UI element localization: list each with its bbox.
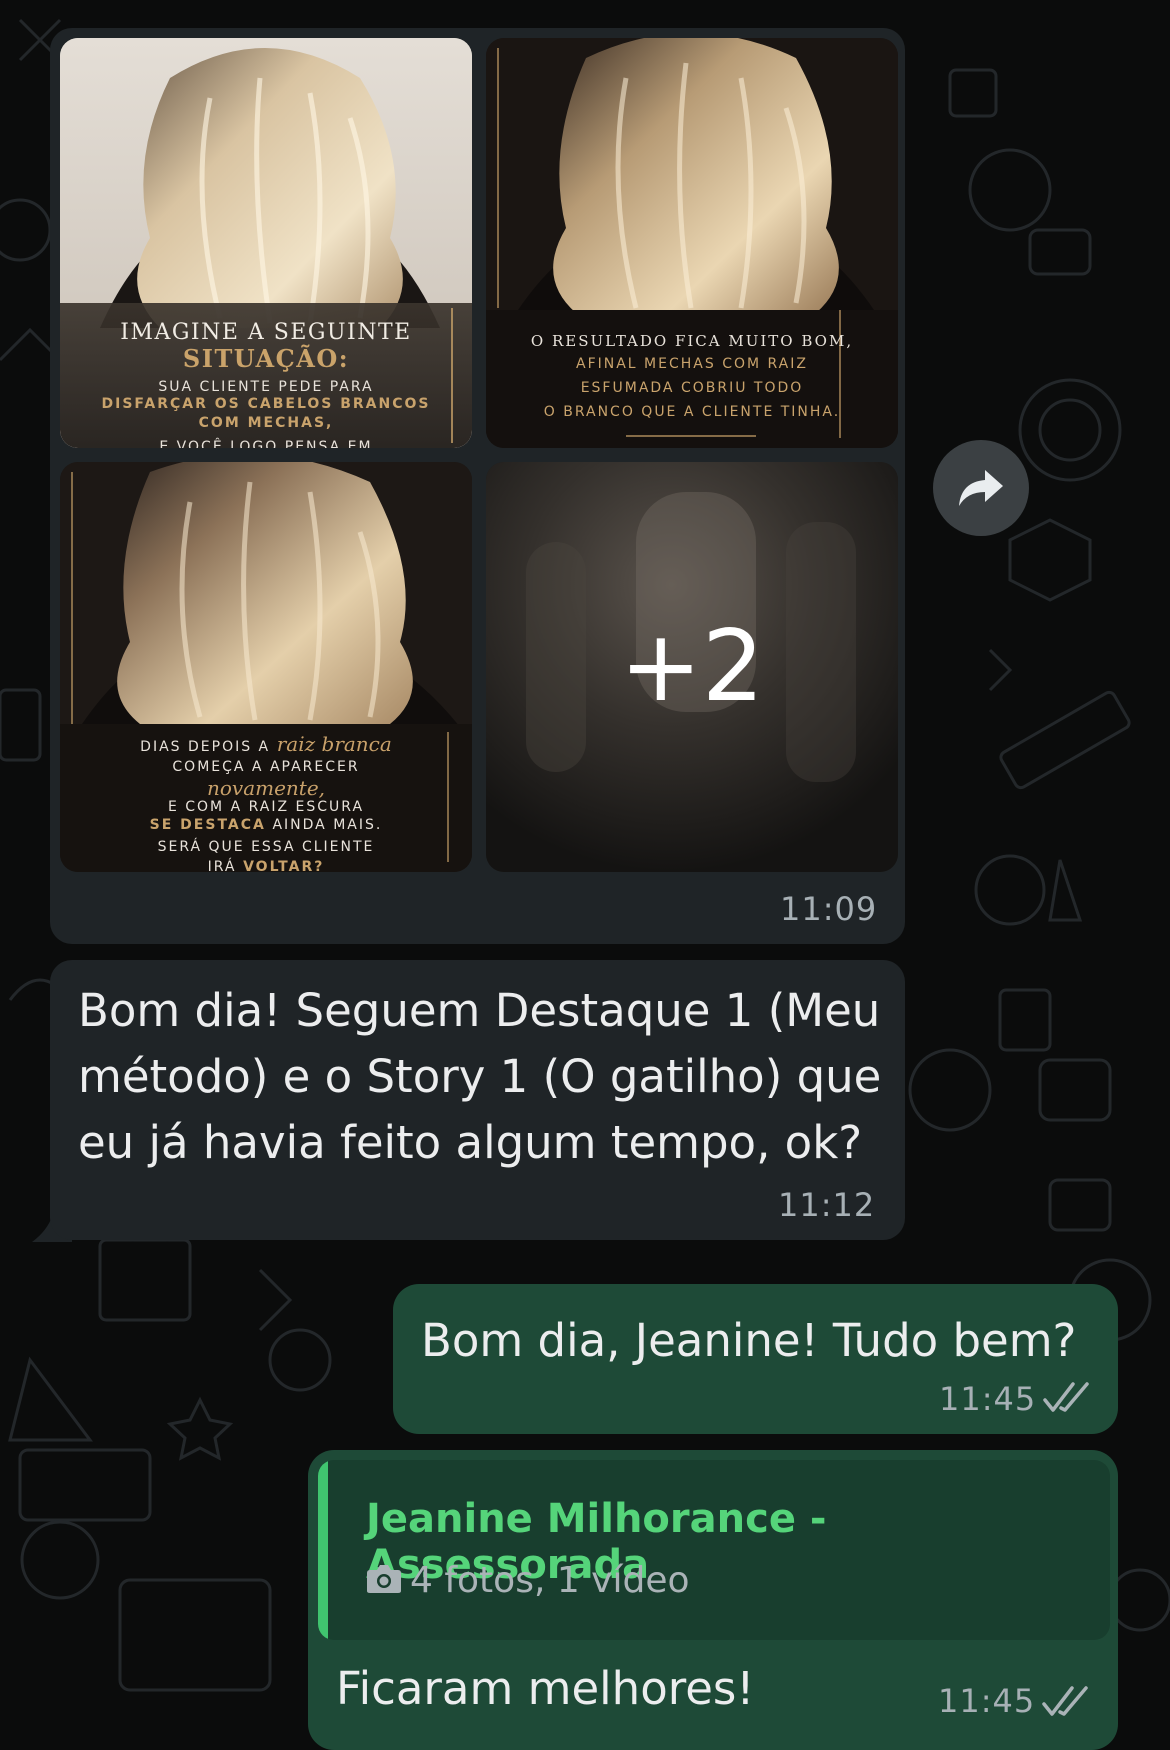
- message-timestamp: 11:12: [778, 1186, 876, 1224]
- photo1-caption-line4: DISFARÇAR OS CABELOS BRANCOS: [101, 396, 431, 412]
- message-timestamp: 11:45: [939, 1380, 1037, 1418]
- double-check-icon: [1043, 1382, 1089, 1412]
- photo3-caption-line5b: AINDA MAIS.: [272, 817, 383, 833]
- album-photo-1[interactable]: IMAGINE A SEGUINTE SITUAÇÃO: SUA CLIENTE…: [60, 38, 472, 448]
- photo2-caption-line4: O BRANCO QUE A CLIENTE TINHA.: [543, 404, 841, 420]
- quote-accent-bar: [318, 1460, 328, 1640]
- photo3-caption-line2: COMEÇA A APARECER: [172, 759, 360, 775]
- album-photo-more[interactable]: +2: [486, 462, 898, 872]
- photo3-caption-line7a: IRÁ: [207, 859, 237, 872]
- photo1-caption-line1: IMAGINE A SEGUINTE: [120, 320, 412, 345]
- photo3-caption-line5: SE DESTACA AINDA MAIS.: [60, 814, 472, 835]
- quote-description: 4 fotos, 1 vídeo: [410, 1560, 690, 1601]
- quoted-message[interactable]: Jeanine Milhorance - Assessorada 4 fotos…: [318, 1460, 1110, 1640]
- photo3-caption-line6: SERÁ QUE ESSA CLIENTE: [157, 839, 375, 855]
- photo1-caption-line2: SITUAÇÃO:: [182, 344, 350, 373]
- photo3-caption-line5a: SE DESTACA: [149, 817, 266, 833]
- photo2-caption-line3: ESFUMADA COBRIU TODO: [580, 380, 804, 396]
- photo2-caption-line2: AFINAL MECHAS COM RAIZ: [576, 356, 808, 372]
- double-check-icon: [1042, 1686, 1088, 1716]
- photo3-caption-line7: IRÁ VOLTAR?: [60, 856, 472, 872]
- message-line-2: método) e o Story 1 (O gatilho) que: [78, 1050, 882, 1103]
- message-line-1: Bom dia! Seguem Destaque 1 (Meu: [78, 984, 881, 1037]
- outgoing-message-2[interactable]: Jeanine Milhorance - Assessorada 4 fotos…: [308, 1450, 1118, 1750]
- incoming-text-message[interactable]: Bom dia! Seguem Destaque 1 (Meu método) …: [50, 960, 905, 1240]
- photo1-caption-line3: SUA CLIENTE PEDE PARA: [158, 379, 374, 395]
- more-media-count: +2: [619, 610, 765, 724]
- photo1-caption-line6: E VOCÊ LOGO PENSA EM: [159, 439, 373, 448]
- photo3-caption-line1: DIAS DEPOIS A raiz branca: [60, 732, 472, 757]
- photo3-caption-line3: novamente,: [206, 776, 326, 800]
- message-line-3: eu já havia feito algum tempo, ok?: [78, 1116, 863, 1169]
- forward-icon: [959, 470, 1003, 506]
- forward-button[interactable]: [933, 440, 1029, 536]
- message-text: Bom dia, Jeanine! Tudo bem?: [421, 1314, 1077, 1367]
- outgoing-message-1[interactable]: Bom dia, Jeanine! Tudo bem? 11:45: [393, 1284, 1118, 1434]
- album-message[interactable]: IMAGINE A SEGUINTE SITUAÇÃO: SUA CLIENTE…: [50, 28, 905, 944]
- photo3-caption-line1b: raiz branca: [276, 732, 392, 756]
- photo3-caption-line7b: VOLTAR?: [243, 859, 325, 872]
- album-photo-3[interactable]: DIAS DEPOIS A raiz branca COMEÇA A APARE…: [60, 462, 472, 872]
- album-timestamp: 11:09: [780, 890, 878, 928]
- album-photo-2[interactable]: O RESULTADO FICA MUITO BOM, AFINAL MECHA…: [486, 38, 898, 448]
- camera-icon: [367, 1565, 401, 1593]
- message-timestamp: 11:45: [938, 1682, 1036, 1720]
- photo3-caption-line1a: DIAS DEPOIS A: [140, 739, 271, 755]
- photo2-caption-line1: O RESULTADO FICA MUITO BOM,: [530, 332, 854, 350]
- photo1-caption-line5: COM MECHAS,: [198, 415, 334, 431]
- message-text: Ficaram melhores!: [336, 1662, 755, 1715]
